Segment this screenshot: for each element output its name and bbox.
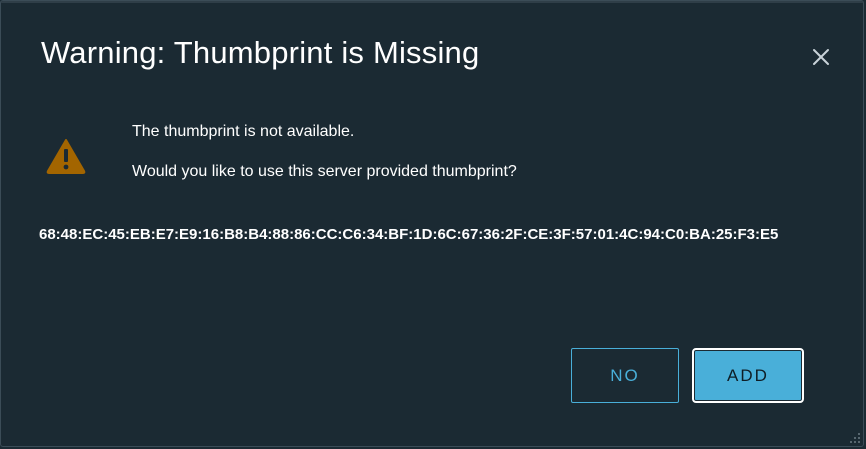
close-button[interactable] (807, 43, 835, 71)
message-use-server-thumbprint: Would you like to use this server provid… (132, 163, 517, 180)
add-button[interactable]: ADD (692, 348, 804, 403)
thumbprint-value: 68:48:EC:45:EB:E7:E9:16:B8:B4:88:86:CC:C… (39, 226, 779, 243)
dialog-title: Warning: Thumbprint is Missing (41, 35, 480, 70)
thumbprint-warning-dialog: Warning: Thumbprint is Missing The thumb… (0, 0, 864, 447)
no-button[interactable]: NO (571, 348, 679, 403)
close-icon (813, 49, 829, 65)
message-not-available: The thumbprint is not available. (132, 123, 355, 140)
resize-handle-icon[interactable] (849, 432, 861, 444)
dialog-top-edge (1, 1, 863, 3)
warning-triangle-icon (46, 139, 86, 174)
